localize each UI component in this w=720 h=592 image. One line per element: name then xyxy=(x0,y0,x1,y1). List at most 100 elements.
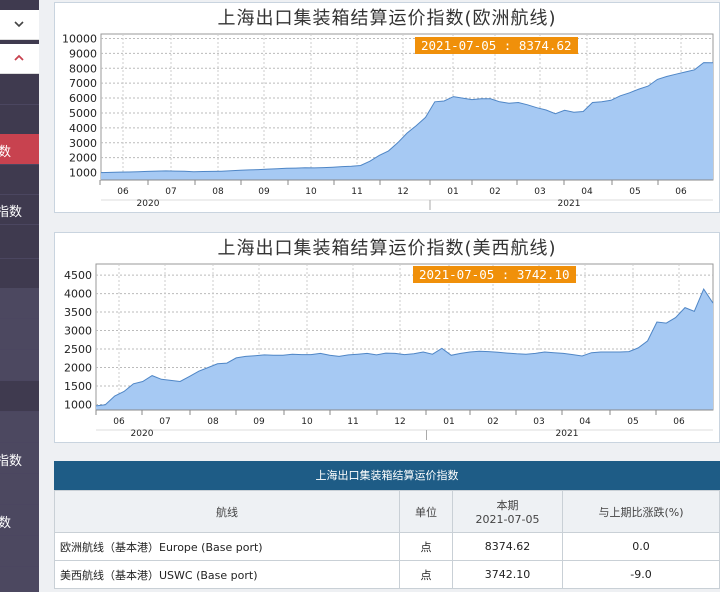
area-chart-europe[interactable]: 1000 2000 3000 4000 5000 6000 7000 8000 9000 1000… xyxy=(55,3,719,212)
table-row: 美西航线（基本港）USWC (Base port) 点 3742.10 -9.0 xyxy=(54,560,720,589)
y-tick-label: 4000 xyxy=(69,122,97,135)
sidebar-item[interactable] xyxy=(0,104,39,135)
sidebar-item[interactable] xyxy=(0,288,39,319)
sidebar-item-label: 指数 xyxy=(0,205,23,220)
x-tick-label: 06 xyxy=(117,187,129,197)
sidebar-item[interactable] xyxy=(0,412,39,443)
x-tick-label: 03 xyxy=(534,187,545,197)
chevron-up-icon xyxy=(14,54,24,61)
sidebar-item[interactable] xyxy=(0,319,39,350)
x-tick-label: 09 xyxy=(253,417,265,427)
sidebar-item-label: 数 xyxy=(0,512,11,531)
x-tick-label: 01 xyxy=(447,187,458,197)
sidebar-collapse-toggle[interactable] xyxy=(0,10,39,40)
sidebar-item[interactable] xyxy=(0,74,39,105)
x-tick-label: 07 xyxy=(159,417,170,427)
y-tick-label: 1500 xyxy=(64,380,92,393)
x-tick-label: 08 xyxy=(212,187,224,197)
column-header-current-label: 本期 xyxy=(496,499,519,512)
table-header-row: 航线 单位 本期 2021-07-05 与上期比涨跌(%) xyxy=(54,490,720,533)
column-header-route: 航线 xyxy=(54,490,400,533)
y-tick-label: 5000 xyxy=(69,107,97,120)
cell-unit: 点 xyxy=(399,532,453,561)
sidebar-item[interactable]: 指数 xyxy=(0,443,39,474)
cell-value: 3742.10 xyxy=(452,560,563,589)
table-row: 欧洲航线（基本港）Europe (Base port) 点 8374.62 0.… xyxy=(54,532,720,561)
index-table: 上海出口集装箱结算运价指数 航线 单位 本期 2021-07-05 与上期比涨跌… xyxy=(54,461,720,589)
sidebar: 数 指数 指数 数 xyxy=(0,0,39,592)
x-tick-label: 04 xyxy=(579,417,591,427)
x-tick-label: 10 xyxy=(301,417,313,427)
y-tick-label: 1000 xyxy=(64,398,92,411)
x-tick-label: 05 xyxy=(627,417,638,427)
sidebar-item[interactable] xyxy=(0,228,39,259)
chart-panel-europe: 上海出口集装箱结算运价指数(欧洲航线) 1000 2000 3000 4000 5000… xyxy=(54,2,720,213)
cell-value: 8374.62 xyxy=(452,532,563,561)
x-year-label: 2020 xyxy=(137,199,160,209)
y-tick-label: 4000 xyxy=(64,288,92,301)
sidebar-item-active[interactable]: 数 xyxy=(0,134,39,165)
column-header-change: 与上期比涨跌(%) xyxy=(562,490,720,533)
sidebar-item[interactable] xyxy=(0,258,39,289)
x-tick-label: 12 xyxy=(397,187,408,197)
x-tick-label: 01 xyxy=(443,417,454,427)
y-tick-label: 9000 xyxy=(69,47,97,60)
sidebar-item-label: 指数 xyxy=(0,454,23,469)
x-tick-label: 06 xyxy=(673,417,685,427)
y-tick-label: 2500 xyxy=(64,343,92,356)
page-root: 数 指数 指数 数 上海出口集装箱结算运价指数(欧洲航线) 1000200030… xyxy=(0,0,720,592)
table-title: 上海出口集装箱结算运价指数 xyxy=(54,461,720,490)
cell-change: -9.0 xyxy=(562,560,720,589)
x-tick-label: 09 xyxy=(258,187,270,197)
column-header-current-date: 2021-07-05 xyxy=(475,513,540,526)
sidebar-item-label: 数 xyxy=(0,141,11,160)
column-header-unit: 单位 xyxy=(399,490,453,533)
chart-panel-uswc: 上海出口集装箱结算运价指数(美西航线) 1000 1500 2000 2500 3000… xyxy=(54,232,720,443)
x-tick-label: 12 xyxy=(394,417,405,427)
sidebar-item[interactable] xyxy=(0,567,39,592)
x-tick-label: 05 xyxy=(629,187,640,197)
sidebar-item[interactable] xyxy=(0,536,39,567)
x-year-label: 2021 xyxy=(556,429,579,439)
x-tick-label: 11 xyxy=(347,417,358,427)
y-tick-label: 1000 xyxy=(69,167,97,180)
x-year-label: 2021 xyxy=(558,199,581,209)
cell-change: 0.0 xyxy=(562,532,720,561)
sidebar-item[interactable]: 数 xyxy=(0,505,39,536)
y-tick-label: 7000 xyxy=(69,77,97,90)
x-tick-label: 04 xyxy=(581,187,593,197)
chart-tooltip: 2021-07-05 : 3742.10 xyxy=(413,266,576,283)
sidebar-expand-toggle[interactable] xyxy=(0,44,39,74)
chart-tooltip: 2021-07-05 : 8374.62 xyxy=(415,37,578,54)
sidebar-item[interactable] xyxy=(0,474,39,505)
index-data-table: 航线 单位 本期 2021-07-05 与上期比涨跌(%) 欧洲航线（基本港）E… xyxy=(54,490,720,589)
x-tick-label: 02 xyxy=(489,187,500,197)
sidebar-item[interactable]: 指数 xyxy=(0,194,39,225)
y-tick-label: 6000 xyxy=(69,92,97,105)
column-header-current: 本期 2021-07-05 xyxy=(452,490,563,533)
x-tick-label: 06 xyxy=(113,417,125,427)
chevron-down-icon xyxy=(14,21,24,28)
cell-route: 欧洲航线（基本港）Europe (Base port) xyxy=(54,532,400,561)
x-tick-label: 08 xyxy=(207,417,219,427)
x-tick-label: 06 xyxy=(675,187,687,197)
y-tick-label: 3000 xyxy=(69,137,97,150)
y-tick-label: 8000 xyxy=(69,62,97,75)
y-tick-label: 3500 xyxy=(64,306,92,319)
cell-unit: 点 xyxy=(399,560,453,589)
cell-route: 美西航线（基本港）USWC (Base port) xyxy=(54,560,400,589)
x-year-label: 2020 xyxy=(131,429,154,439)
y-tick-label: 3000 xyxy=(64,325,92,338)
area-chart-uswc[interactable]: 1000 1500 2000 2500 3000 3500 4000 4500 06 07 08 09… xyxy=(55,233,719,442)
x-tick-label: 02 xyxy=(487,417,498,427)
x-tick-label: 11 xyxy=(351,187,362,197)
sidebar-item[interactable] xyxy=(0,164,39,195)
sidebar-item[interactable] xyxy=(0,350,39,381)
y-tick-label: 4500 xyxy=(64,269,92,282)
x-tick-label: 03 xyxy=(533,417,544,427)
y-tick-label: 10000 xyxy=(62,32,97,45)
y-tick-label: 2000 xyxy=(64,361,92,374)
x-tick-label: 10 xyxy=(305,187,317,197)
sidebar-item[interactable] xyxy=(0,381,39,412)
x-tick-label: 07 xyxy=(165,187,176,197)
